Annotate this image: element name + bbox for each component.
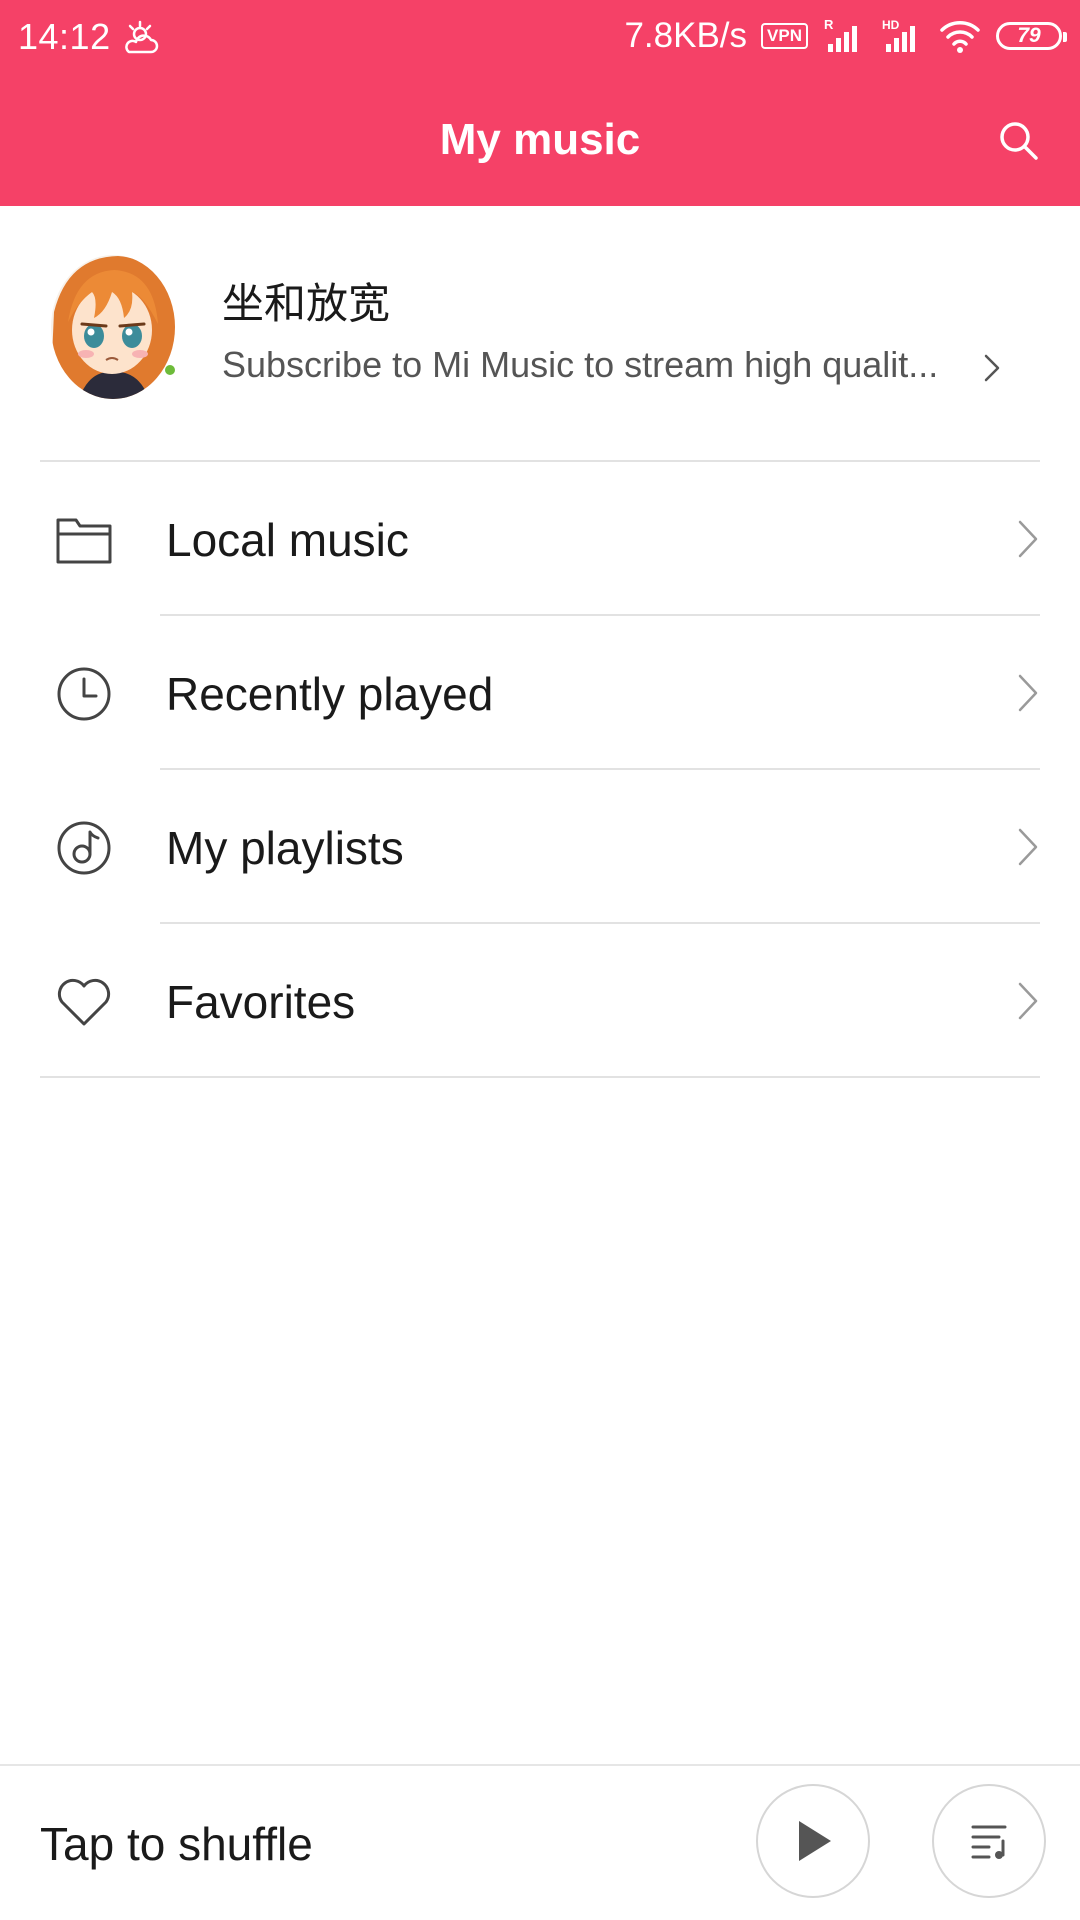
chevron-right-icon	[1018, 828, 1038, 866]
app-header: 14:12 7.8KB/s VPN R HD 79 My music	[0, 0, 1080, 206]
chevron-right-icon	[1018, 982, 1038, 1020]
mini-player-bar: Tap to shuffle	[0, 1764, 1080, 1920]
chevron-right-icon	[1018, 520, 1038, 558]
signal-1-label: R	[824, 17, 834, 32]
chevron-right-icon	[984, 354, 1000, 382]
signal-hd-icon: HD	[882, 18, 915, 52]
page-title: My music	[439, 115, 641, 164]
menu-item-label: Local music	[166, 514, 409, 566]
partly-cloudy-icon	[125, 20, 159, 54]
avatar	[51, 255, 175, 399]
menu-item-label: My playlists	[166, 822, 404, 874]
status-right: 7.8KB/s VPN R HD 79	[624, 16, 1067, 56]
heart-icon	[57, 978, 111, 1026]
menu-item-recently-played[interactable]: Recently played	[0, 616, 1080, 770]
playlist-queue-icon	[971, 1825, 1007, 1859]
subscription-prompt: Subscribe to Mi Music to stream high qua…	[222, 344, 939, 385]
menu-item-my-playlists[interactable]: My playlists	[0, 770, 1080, 924]
tap-to-shuffle-button[interactable]: Tap to shuffle	[40, 1816, 313, 1872]
folder-icon	[56, 518, 112, 564]
signal-2-label: HD	[882, 18, 900, 32]
menu-item-label: Recently played	[166, 668, 494, 720]
play-icon	[799, 1821, 831, 1861]
menu-item-local-music[interactable]: Local music	[0, 462, 1080, 616]
divider	[40, 1076, 1040, 1078]
menu-list: Local music Recently played My playlists…	[0, 462, 1080, 1078]
menu-item-favorites[interactable]: Favorites	[0, 924, 1080, 1078]
vpn-badge: VPN	[761, 23, 808, 49]
chevron-right-icon	[1018, 674, 1038, 712]
play-button[interactable]	[756, 1784, 870, 1898]
menu-item-label: Favorites	[166, 976, 356, 1028]
playlist-queue-button[interactable]	[932, 1784, 1046, 1898]
screen: 14:12 7.8KB/s VPN R HD 79 My music 坐和放宽 …	[0, 0, 1080, 1920]
network-speed: 7.8KB/s	[624, 16, 748, 55]
signal-r-icon: R	[824, 17, 857, 52]
battery-indicator: 79	[996, 22, 1067, 50]
status-time: 14:12	[18, 16, 111, 57]
profile-card[interactable]: 坐和放宽 Subscribe to Mi Music to stream hig…	[0, 206, 1080, 462]
search-icon[interactable]	[994, 116, 1042, 164]
music-disc-icon	[57, 821, 111, 875]
profile-name: 坐和放宽	[222, 279, 391, 328]
battery-level: 79	[1017, 24, 1041, 47]
status-bar: 14:12 7.8KB/s VPN R HD 79	[0, 0, 1080, 72]
clock-icon	[57, 667, 111, 721]
wifi-icon	[940, 21, 980, 53]
